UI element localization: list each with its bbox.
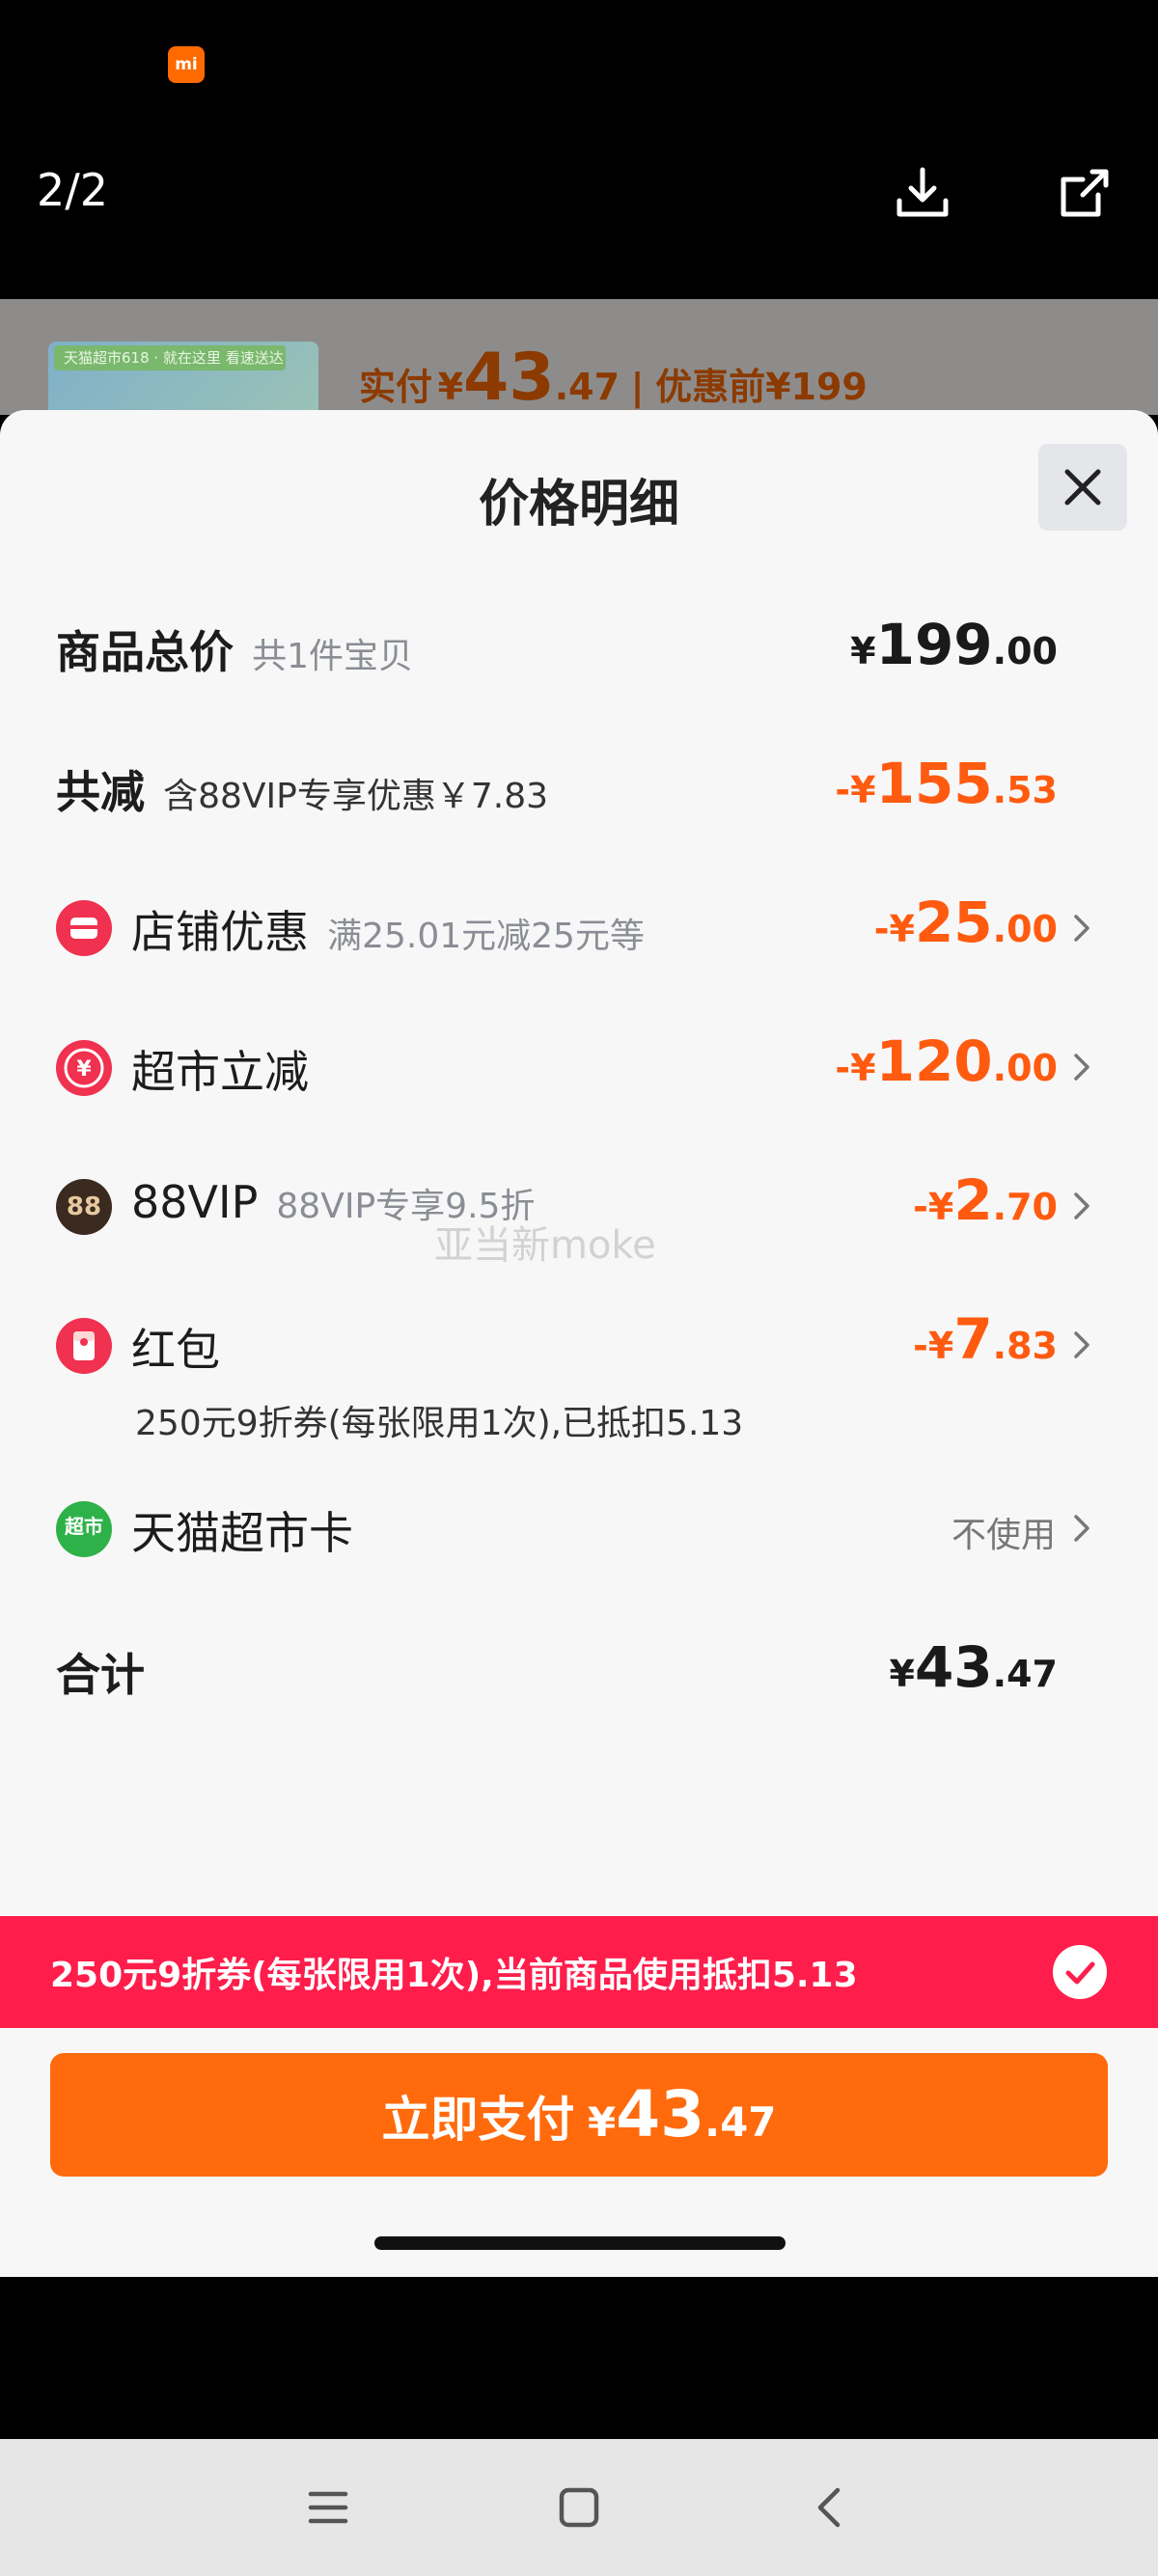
page-counter: 2/2 <box>37 164 109 216</box>
back-icon[interactable] <box>795 2473 865 2542</box>
close-icon <box>1038 469 1127 534</box>
thumbnail-tag: 天猫超市618 · 就在这里 看速送达 <box>54 345 286 370</box>
total-price-amount: ¥199.00 <box>850 612 1058 677</box>
share-icon[interactable] <box>1054 162 1116 224</box>
check-circle-icon[interactable] <box>1052 1944 1108 2000</box>
download-icon[interactable] <box>892 162 953 224</box>
market-discount-amount: -¥120.00 <box>835 1028 1058 1094</box>
close-button[interactable] <box>1038 444 1127 531</box>
chevron-right-icon[interactable] <box>1069 1509 1094 1548</box>
voucher-banner-text: 250元9折券(每张限用1次),当前商品使用抵扣5.13 <box>50 1956 858 1995</box>
chevron-right-icon[interactable] <box>1069 1187 1094 1225</box>
background-price-summary: 实付 ¥43.47 | 优惠前¥199 <box>359 340 868 415</box>
watermark: 亚当新moke <box>434 1223 656 1268</box>
chevron-right-icon[interactable] <box>1069 1048 1094 1086</box>
sum-amount: ¥43.47 <box>889 1634 1059 1700</box>
menu-icon[interactable] <box>293 2473 363 2542</box>
sheet-title: 价格明细 <box>478 476 679 534</box>
chevron-right-icon[interactable] <box>1069 909 1094 947</box>
product-thumbnail: 天猫超市618 · 就在这里 看速送达 <box>48 342 318 415</box>
pay-now-button[interactable]: 立即支付 ¥43.47 <box>50 2053 1108 2177</box>
red-packet-note: 250元9折券(每张限用1次),已抵扣5.13 <box>135 1404 744 1443</box>
shop-discount-amount: -¥25.00 <box>873 890 1058 955</box>
home-indicator[interactable] <box>374 2236 786 2250</box>
background-order-card: 天猫超市618 · 就在这里 看速送达 实付 ¥43.47 | 优惠前¥199 <box>0 299 1158 415</box>
market-card-status[interactable]: 不使用 <box>0 1507 1056 1557</box>
chevron-right-icon[interactable] <box>1069 1326 1094 1364</box>
red-packet-amount: -¥7.83 <box>913 1306 1058 1372</box>
home-icon[interactable] <box>544 2473 614 2542</box>
total-discount-amount: -¥155.53 <box>835 751 1058 816</box>
brand-badge: mi <box>168 46 205 83</box>
